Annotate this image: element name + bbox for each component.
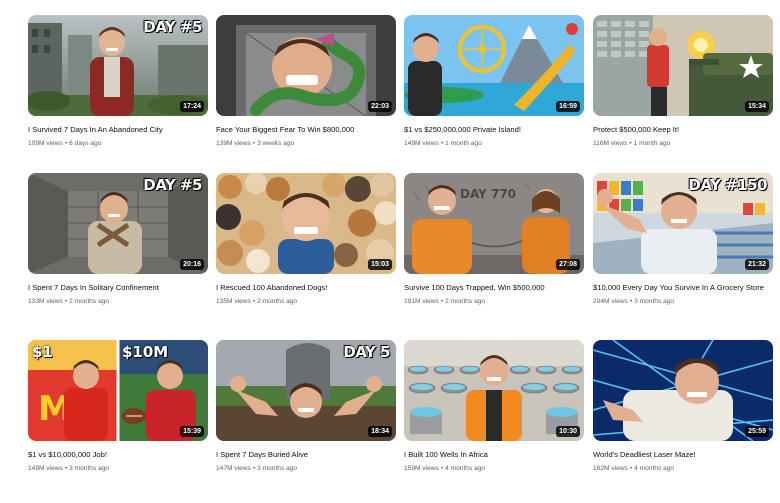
- video-card[interactable]: 15:34 Protect $500,000 Keep It! 116M vie…: [593, 15, 773, 148]
- video-meta: 147M views • 3 months ago: [216, 465, 298, 472]
- day-badge: DAY #5: [143, 18, 202, 36]
- upload-age: 4 months ago: [634, 465, 675, 472]
- upload-age: 3 weeks ago: [257, 140, 295, 147]
- video-meta: 162M views • 4 months ago: [593, 465, 675, 472]
- view-count: 139M views: [216, 140, 251, 147]
- video-card[interactable]: DAY 770 27:08 Survive 100 Days Trapped, …: [404, 173, 584, 306]
- video-title[interactable]: Protect $500,000 Keep It!: [593, 125, 771, 135]
- video-meta: 204M views • 3 months ago: [593, 298, 675, 305]
- video-card[interactable]: 25:59 World's Deadliest Laser Maze! 162M…: [593, 340, 773, 473]
- video-thumbnail[interactable]: 25:59: [593, 340, 773, 441]
- video-meta: 133M views • 2 months ago: [28, 298, 110, 305]
- thumbnail-wall-text: DAY 770: [460, 187, 517, 201]
- video-thumbnail[interactable]: DAY #5 17:24: [28, 15, 208, 116]
- video-meta: 135M views • 2 months ago: [216, 298, 298, 305]
- video-duration: 15:03: [368, 259, 392, 270]
- upload-age: 6 days ago: [69, 140, 102, 147]
- video-duration: 27:08: [556, 259, 580, 270]
- day-badge: DAY #150: [688, 176, 767, 194]
- video-thumbnail[interactable]: DAY #150 21:32: [593, 173, 773, 274]
- video-meta: 159M views • 4 months ago: [404, 465, 486, 472]
- view-count: 116M views: [593, 140, 628, 147]
- video-thumbnail[interactable]: DAY 770 27:08: [404, 173, 584, 274]
- video-title[interactable]: I Spent 7 Days In Solitary Confinement: [28, 283, 206, 293]
- day-badge: DAY #5: [143, 176, 202, 194]
- upload-age: 3 months ago: [69, 465, 110, 472]
- view-count: 133M views: [28, 298, 63, 305]
- upload-age: 2 months ago: [69, 298, 110, 305]
- view-count: 147M views: [216, 465, 251, 472]
- video-duration: 10:30: [556, 426, 580, 437]
- video-card[interactable]: 15:03 I Rescued 100 Abandoned Dogs! 135M…: [216, 173, 396, 306]
- view-count: 162M views: [593, 465, 628, 472]
- video-title[interactable]: $1 vs $10,000,000 Job!: [28, 450, 206, 460]
- video-card[interactable]: DAY #5 17:24 I Survived 7 Days In An Aba…: [28, 15, 208, 148]
- video-title[interactable]: I Built 100 Wells In Africa: [404, 450, 582, 460]
- video-duration: 22:03: [368, 101, 392, 112]
- video-card[interactable]: 22:03 Face Your Biggest Fear To Win $800…: [216, 15, 396, 148]
- video-duration: 15:34: [745, 101, 769, 112]
- video-thumbnail[interactable]: DAY #5 20:16: [28, 173, 208, 274]
- video-thumbnail[interactable]: 15:34: [593, 15, 773, 116]
- video-card[interactable]: 10:30 I Built 100 Wells In Africa 159M v…: [404, 340, 584, 473]
- video-title[interactable]: Face Your Biggest Fear To Win $800,000: [216, 125, 394, 135]
- video-thumbnail[interactable]: 16:59: [404, 15, 584, 116]
- upload-age: 1 month ago: [445, 140, 482, 147]
- video-duration: 25:59: [745, 426, 769, 437]
- video-thumbnail[interactable]: DAY 5 18:34: [216, 340, 396, 441]
- video-duration: 16:59: [556, 101, 580, 112]
- video-title[interactable]: $10,000 Every Day You Survive In A Groce…: [593, 283, 771, 293]
- thumbnail-price-right: $10M: [122, 343, 169, 361]
- video-card[interactable]: M $1 $10M 15:39 $1 vs $10,000,000 Job! 1…: [28, 340, 208, 473]
- upload-age: 2 months ago: [445, 298, 486, 305]
- upload-age: 3 months ago: [634, 298, 675, 305]
- day-badge: DAY 5: [343, 343, 390, 361]
- video-thumbnail[interactable]: 10:30: [404, 340, 584, 441]
- upload-age: 3 months ago: [257, 465, 298, 472]
- video-card[interactable]: DAY 5 18:34 I Spent 7 Days Buried Alive …: [216, 340, 396, 473]
- video-thumbnail[interactable]: 15:03: [216, 173, 396, 274]
- video-title[interactable]: I Spent 7 Days Buried Alive: [216, 450, 394, 460]
- video-title[interactable]: Survive 100 Days Trapped, Win $500,000: [404, 283, 582, 293]
- view-count: 135M views: [216, 298, 251, 305]
- video-meta: 191M views • 2 months ago: [404, 298, 486, 305]
- video-meta: 148M views • 3 months ago: [28, 465, 110, 472]
- video-title[interactable]: I Survived 7 Days In An Abandoned City: [28, 125, 206, 135]
- view-count: 191M views: [404, 298, 439, 305]
- video-duration: 15:39: [180, 426, 204, 437]
- view-count: 159M views: [404, 465, 439, 472]
- upload-age: 2 months ago: [257, 298, 298, 305]
- upload-age: 1 month ago: [633, 140, 671, 147]
- video-meta: 109M views • 6 days ago: [28, 140, 102, 147]
- video-title[interactable]: I Rescued 100 Abandoned Dogs!: [216, 283, 394, 293]
- view-count: 204M views: [593, 298, 628, 305]
- thumbnail-price-left: $1: [32, 343, 53, 361]
- view-count: 149M views: [404, 140, 439, 147]
- upload-age: 4 months ago: [445, 465, 486, 472]
- video-duration: 21:32: [745, 259, 769, 270]
- video-meta: 149M views • 1 month ago: [404, 140, 482, 147]
- video-card[interactable]: DAY #150 21:32 $10,000 Every Day You Sur…: [593, 173, 773, 306]
- video-duration: 20:16: [180, 259, 204, 270]
- video-thumbnail[interactable]: 22:03: [216, 15, 396, 116]
- video-thumbnail[interactable]: M $1 $10M 15:39: [28, 340, 208, 441]
- video-title[interactable]: $1 vs $250,000,000 Private Island!: [404, 125, 582, 135]
- view-count: 148M views: [28, 465, 63, 472]
- video-meta: 139M views • 3 weeks ago: [216, 140, 295, 147]
- video-duration: 18:34: [368, 426, 392, 437]
- video-meta: 116M views • 1 month ago: [593, 140, 671, 147]
- video-title[interactable]: World's Deadliest Laser Maze!: [593, 450, 771, 460]
- video-duration: 17:24: [180, 101, 204, 112]
- video-card[interactable]: 16:59 $1 vs $250,000,000 Private Island!…: [404, 15, 584, 148]
- video-card[interactable]: DAY #5 20:16 I Spent 7 Days In Solitary …: [28, 173, 208, 306]
- view-count: 109M views: [28, 140, 63, 147]
